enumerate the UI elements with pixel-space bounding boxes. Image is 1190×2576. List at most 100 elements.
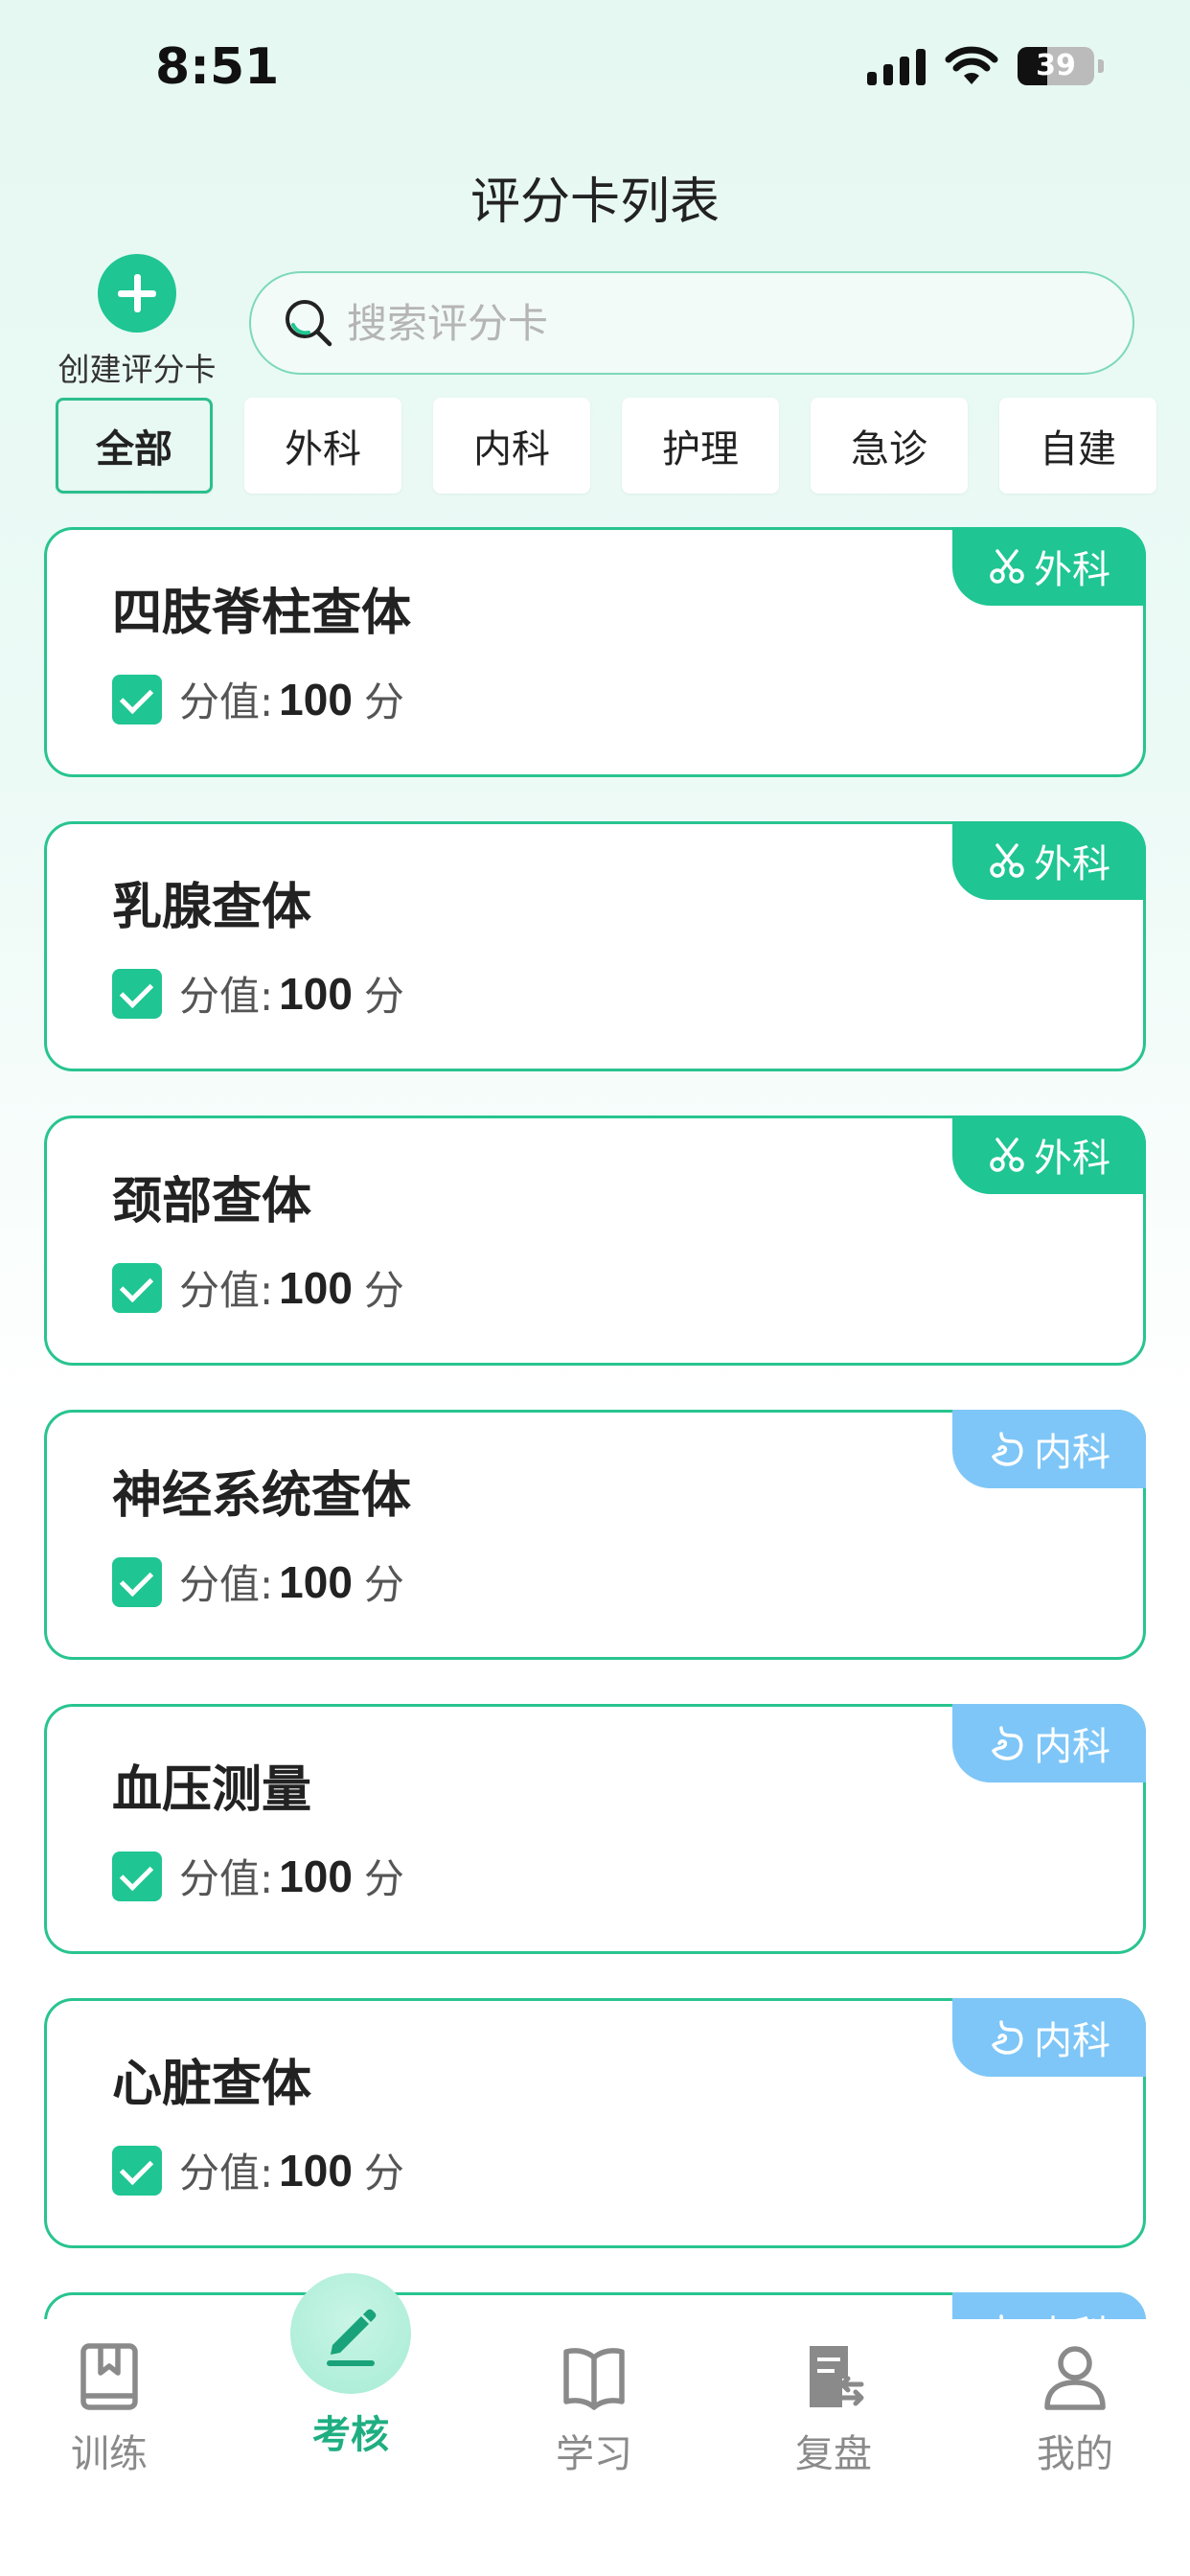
scissors-icon [988, 547, 1026, 586]
tab-training[interactable]: 训练 [13, 2340, 205, 2478]
filter-custom[interactable]: 自建 [999, 398, 1156, 494]
card-title: 心脏查体 [112, 2056, 312, 2113]
scissors-icon [988, 841, 1026, 880]
checkbox-icon [112, 968, 162, 1019]
tag-label: 内科 [1034, 1431, 1110, 1475]
card-score: 分值: 100 分 [112, 1258, 404, 1317]
checkbox-icon [112, 1262, 162, 1313]
tab-label: 训练 [71, 2432, 148, 2476]
stomach-icon [988, 2312, 1026, 2319]
card-score: 分值: 100 分 [112, 670, 404, 728]
review-document-icon [738, 2340, 929, 2413]
create-scorecard-button[interactable]: 创建评分卡 [56, 254, 218, 390]
scorecard-card[interactable]: 四肢脊柱查体 分值: 100 分 外科 [44, 527, 1146, 777]
active-tab-bubble [290, 2273, 411, 2394]
score-label: 分值: [179, 973, 274, 1020]
scorecard-card[interactable]: 神经系统查体 分值: 100 分 内科 [44, 1410, 1146, 1660]
tag-label: 外科 [1034, 842, 1110, 886]
stomach-icon [988, 1430, 1026, 1468]
checkbox-icon [112, 1556, 162, 1607]
filter-nursing[interactable]: 护理 [622, 398, 779, 494]
score-value: 100 [279, 1851, 353, 1901]
card-title: 血压测量 [112, 1761, 312, 1819]
scorecard-list: 四肢脊柱查体 分值: 100 分 外科 乳腺查体 分值: 100 分 外科 颈部… [44, 527, 1146, 2319]
scorecard-card[interactable]: 乳腺查体 分值: 100 分 外科 [44, 821, 1146, 1071]
stomach-icon [988, 2018, 1026, 2057]
status-icons: 39 [867, 46, 1104, 86]
tab-review[interactable]: 复盘 [738, 2340, 929, 2478]
card-title: 四肢脊柱查体 [112, 585, 412, 642]
bottom-tab-bar: 训练 考核 学习 复盘 我的 [0, 2273, 1190, 2576]
card-score: 分值: 100 分 [112, 964, 404, 1023]
tag-label: 内科 [1034, 2304, 1110, 2319]
score-label: 分值: [179, 678, 274, 725]
open-book-icon [498, 2340, 690, 2413]
scorecard-card[interactable]: 颈部查体 分值: 100 分 外科 [44, 1116, 1146, 1366]
filter-emergency[interactable]: 急诊 [811, 398, 968, 494]
tab-profile[interactable]: 我的 [979, 2340, 1171, 2478]
category-tag: 内科 [952, 1410, 1146, 1488]
battery-level: 39 [1036, 49, 1076, 82]
search-input[interactable] [347, 299, 1018, 347]
score-label: 分值: [179, 2150, 274, 2196]
user-icon [979, 2340, 1171, 2413]
score-unit: 分 [363, 678, 404, 725]
score-label: 分值: [179, 1267, 274, 1314]
tag-label: 外科 [1034, 548, 1110, 592]
plus-icon [98, 254, 176, 333]
checkbox-icon [112, 674, 162, 724]
tag-label: 外科 [1034, 1137, 1110, 1181]
category-tag: 内科 [952, 2292, 1146, 2319]
filter-internal-medicine[interactable]: 内科 [433, 398, 590, 494]
status-time: 8:51 [155, 38, 280, 96]
category-tag: 外科 [952, 821, 1146, 900]
score-unit: 分 [363, 1561, 404, 1608]
pencil-icon [317, 2297, 384, 2370]
category-tag: 外科 [952, 1116, 1146, 1194]
status-bar: 8:51 39 [0, 0, 1190, 144]
scorecard-card[interactable]: 心脏查体 分值: 100 分 内科 [44, 1998, 1146, 2248]
card-title: 乳腺查体 [112, 879, 312, 936]
score-value: 100 [279, 1262, 353, 1313]
category-tag: 内科 [952, 1704, 1146, 1782]
battery-cap [1098, 59, 1104, 73]
create-scorecard-label: 创建评分卡 [57, 351, 217, 388]
checkbox-icon [112, 2145, 162, 2196]
checkbox-icon [112, 1851, 162, 1901]
card-title: 神经系统查体 [112, 1467, 412, 1525]
battery-icon: 39 [1018, 47, 1094, 85]
score-value: 100 [279, 968, 353, 1019]
score-unit: 分 [363, 973, 404, 1020]
card-score: 分值: 100 分 [112, 1552, 404, 1611]
score-label: 分值: [179, 1561, 274, 1608]
scorecard-card[interactable]: 血压测量 分值: 100 分 内科 [44, 1704, 1146, 1954]
wifi-icon [945, 46, 998, 84]
tab-assessment[interactable]: 考核 [255, 2273, 446, 2459]
score-unit: 分 [363, 1267, 404, 1314]
bookmark-book-icon [13, 2340, 205, 2413]
search-bar[interactable] [249, 271, 1134, 375]
tag-label: 内科 [1034, 2019, 1110, 2063]
filter-surgery[interactable]: 外科 [244, 398, 401, 494]
score-unit: 分 [363, 1855, 404, 1902]
page-title: 评分卡列表 [469, 173, 720, 231]
card-score: 分值: 100 分 [112, 1847, 404, 1905]
score-value: 100 [279, 1556, 353, 1607]
score-unit: 分 [363, 2150, 404, 2196]
category-filters: 全部 外科 内科 护理 急诊 自建 [56, 398, 1156, 494]
stomach-icon [988, 1724, 1026, 1762]
score-value: 100 [279, 674, 353, 724]
tag-label: 内科 [1034, 1725, 1110, 1769]
cellular-signal-icon [867, 47, 926, 85]
tab-label: 我的 [1037, 2432, 1113, 2476]
score-value: 100 [279, 2145, 353, 2196]
category-tag: 内科 [952, 1998, 1146, 2077]
search-icon [282, 296, 335, 350]
scissors-icon [988, 1136, 1026, 1174]
card-score: 分值: 100 分 [112, 2141, 404, 2199]
score-label: 分值: [179, 1855, 274, 1902]
scorecard-card[interactable]: 内科 [44, 2292, 1146, 2319]
tab-label: 学习 [556, 2432, 632, 2476]
tab-learning[interactable]: 学习 [498, 2340, 690, 2478]
filter-all[interactable]: 全部 [56, 398, 213, 494]
